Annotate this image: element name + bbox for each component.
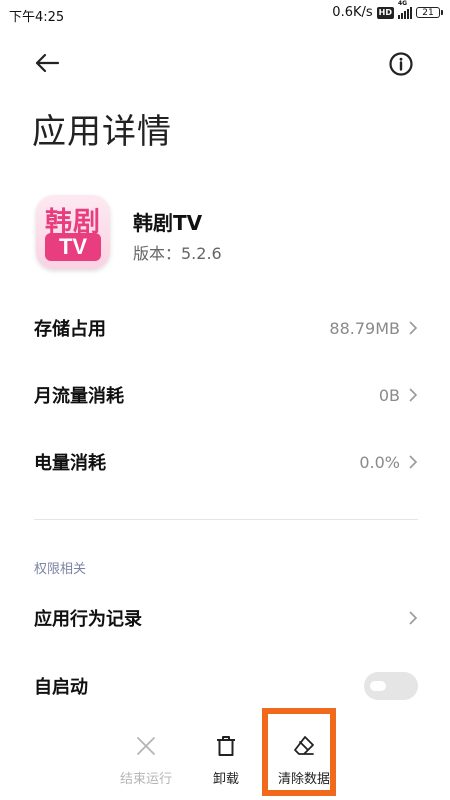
chevron-right-icon	[409, 321, 418, 335]
app-icon: 韩剧 TV	[36, 195, 110, 269]
info-button[interactable]	[387, 50, 415, 78]
section-divider	[34, 519, 418, 520]
chevron-right-icon	[409, 388, 418, 402]
row-behavior-record[interactable]: 应用行为记录	[34, 598, 418, 638]
row-value: 88.79MB	[329, 318, 400, 338]
page-title: 应用详情	[32, 112, 172, 152]
status-time: 下午4:25	[9, 10, 65, 25]
stop-app-button[interactable]: 结束运行	[106, 730, 186, 787]
bottom-action-bar: 结束运行 卸载 清除数据	[0, 720, 450, 800]
arrow-left-icon	[35, 53, 60, 73]
back-button[interactable]	[32, 48, 62, 78]
row-label: 应用行为记录	[34, 609, 142, 630]
row-value: 0.0%	[359, 452, 400, 472]
row-autostart: 自启动	[34, 666, 418, 706]
app-icon-text-bottom: TV	[45, 233, 101, 261]
app-version: 版本：5.2.6	[133, 244, 222, 263]
chevron-right-icon	[409, 455, 418, 469]
battery-icon: 21	[416, 7, 443, 18]
network-type: 4G	[398, 0, 408, 7]
row-value: 0B	[378, 385, 400, 405]
battery-level: 21	[422, 7, 434, 18]
status-indicators: 0.6K/s HD 4G 21	[332, 0, 443, 20]
uninstall-label: 卸载	[212, 772, 239, 787]
info-circle-icon	[389, 52, 413, 76]
row-label: 自启动	[34, 677, 88, 698]
row-label: 电量消耗	[34, 453, 106, 474]
row-label: 月流量消耗	[34, 386, 124, 407]
highlight-annotation	[262, 708, 336, 796]
signal-icon: 4G	[398, 0, 412, 19]
network-speed: 0.6K/s	[332, 5, 373, 20]
row-label: 存储占用	[34, 319, 106, 340]
row-storage[interactable]: 存储占用 88.79MB	[34, 308, 418, 348]
app-name: 韩剧TV	[133, 211, 203, 235]
stop-app-label: 结束运行	[119, 772, 172, 787]
hd-badge: HD	[376, 6, 394, 19]
close-icon	[137, 737, 155, 755]
section-label-permissions: 权限相关	[34, 562, 87, 577]
row-data-usage[interactable]: 月流量消耗 0B	[34, 375, 418, 415]
uninstall-button[interactable]: 卸载	[186, 730, 266, 787]
status-bar: 下午4:25 0.6K/s HD 4G 21	[0, 0, 450, 30]
chevron-right-icon	[409, 611, 418, 625]
row-battery-usage[interactable]: 电量消耗 0.0%	[34, 442, 418, 482]
autostart-toggle[interactable]	[364, 672, 418, 700]
trash-icon	[217, 736, 235, 756]
toggle-knob	[370, 681, 386, 691]
